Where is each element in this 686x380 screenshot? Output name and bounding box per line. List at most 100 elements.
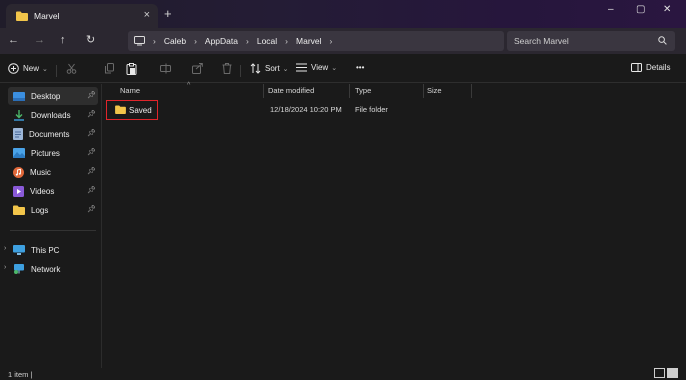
column-header-name[interactable]: Name (120, 86, 140, 95)
sort-label: Sort (265, 64, 280, 73)
breadcrumb-separator[interactable]: › (194, 36, 197, 46)
sort-icon (250, 63, 261, 74)
tab-close-button[interactable]: × (144, 9, 150, 21)
close-window-button[interactable]: ✕ (663, 4, 671, 15)
tiles-view-icon[interactable] (667, 368, 678, 378)
chevron-right-icon[interactable]: › (4, 264, 6, 271)
chevron-down-icon: ⌄ (42, 65, 48, 73)
status-bar: 1 item | (0, 368, 686, 380)
sidebar-item-documents[interactable]: Documents 📌︎ (8, 125, 98, 143)
chevron-down-icon: ⌄ (331, 64, 338, 72)
breadcrumb-caleb[interactable]: Caleb (164, 36, 186, 46)
sidebar-item-downloads[interactable]: Downloads 📌︎ (8, 106, 98, 124)
minimize-button[interactable]: – (608, 4, 614, 15)
details-view-icon[interactable] (654, 368, 665, 378)
sidebar-divider (10, 230, 96, 231)
details-pane-icon (631, 63, 642, 72)
up-button[interactable]: ↑ (60, 34, 66, 46)
refresh-button[interactable]: ↻ (86, 34, 95, 46)
forward-button[interactable]: → (34, 34, 45, 46)
details-button[interactable]: Details (631, 63, 670, 72)
plus-circle-icon (8, 63, 19, 74)
sort-button[interactable]: Sort ⌄ (250, 63, 289, 74)
pin-icon: 📌︎ (87, 206, 96, 213)
column-header-date-modified[interactable]: Date modified (268, 86, 314, 95)
file-list: ^ Name Date modified Type Size Saved 12/… (103, 82, 686, 368)
search-input[interactable] (514, 36, 644, 46)
breadcrumb-local[interactable]: Local (257, 36, 277, 46)
new-tab-button[interactable]: + (164, 6, 172, 21)
sidebar-item-label: Music (30, 167, 51, 177)
breadcrumb-separator: › (153, 36, 156, 46)
folder-icon (16, 11, 28, 21)
sort-ascending-icon: ^ (187, 82, 191, 89)
column-divider[interactable] (423, 84, 424, 98)
tab-marvel[interactable]: Marvel × (6, 4, 158, 28)
share-icon[interactable] (192, 63, 203, 74)
pin-icon: 📌︎ (87, 111, 96, 118)
sidebar-item-label: Pictures (31, 148, 60, 158)
monitor-icon (134, 36, 145, 46)
column-divider[interactable] (263, 84, 264, 98)
pin-icon: 📌︎ (87, 168, 96, 175)
pin-icon: 📌︎ (87, 149, 96, 156)
new-button[interactable]: New ⌄ (8, 63, 48, 74)
sidebar-item-desktop[interactable]: Desktop 📌︎ (8, 87, 98, 105)
maximize-button[interactable]: ▢ (636, 4, 645, 15)
folder-icon (115, 105, 126, 114)
sidebar-item-label: Logs (31, 205, 49, 215)
sidebar-item-network[interactable]: › Network (4, 260, 98, 278)
view-button[interactable]: View ⌄ (296, 63, 337, 72)
sidebar-item-this-pc[interactable]: › This PC (4, 241, 98, 259)
music-icon (13, 166, 24, 178)
paste-icon[interactable] (126, 63, 137, 75)
command-bar: New ⌄ Sort ⌄ View ⌄ ••• Details (0, 57, 686, 83)
breadcrumb-marvel[interactable]: Marvel (296, 36, 322, 46)
rename-icon[interactable] (160, 63, 171, 74)
folder-icon (13, 205, 25, 215)
column-divider[interactable] (471, 84, 472, 98)
cut-icon[interactable] (66, 63, 77, 74)
file-date-modified: 12/18/2024 10:20 PM (270, 105, 342, 114)
sidebar-item-music[interactable]: Music 📌︎ (8, 163, 98, 181)
documents-icon (13, 128, 23, 140)
address-bar[interactable]: › Caleb › AppData › Local › Marvel › (128, 31, 504, 51)
view-label: View (311, 63, 329, 72)
breadcrumb: › Caleb › AppData › Local › Marvel › (134, 36, 340, 46)
title-bar: Marvel × + – ▢ ✕ (0, 0, 686, 28)
download-icon (13, 109, 25, 121)
new-label: New (23, 64, 40, 73)
breadcrumb-separator[interactable]: › (246, 36, 249, 46)
sidebar-item-logs[interactable]: Logs 📌︎ (8, 201, 98, 219)
navigation-pane: Desktop 📌︎ Downloads 📌︎ Documents 📌︎ Pic… (0, 84, 102, 368)
column-divider[interactable] (349, 84, 350, 98)
column-header-type[interactable]: Type (355, 86, 371, 95)
search-icon[interactable] (658, 36, 667, 45)
sidebar-item-label: Downloads (31, 110, 71, 120)
sidebar-item-label: Videos (30, 186, 55, 196)
breadcrumb-separator[interactable]: › (330, 36, 333, 46)
view-toggle (654, 368, 678, 378)
file-type: File folder (355, 105, 388, 114)
view-lines-icon (296, 63, 307, 72)
sidebar-item-pictures[interactable]: Pictures 📌︎ (8, 144, 98, 162)
chevron-right-icon[interactable]: › (4, 245, 6, 252)
back-button[interactable]: ← (8, 34, 19, 46)
divider (240, 65, 241, 77)
sidebar-item-videos[interactable]: Videos 📌︎ (8, 182, 98, 200)
chevron-down-icon: ⌄ (282, 65, 289, 73)
pin-icon: 📌︎ (87, 130, 96, 137)
search-box[interactable] (507, 31, 675, 51)
file-name: Saved (129, 106, 152, 115)
breadcrumb-separator[interactable]: › (285, 36, 288, 46)
sidebar-item-label: Network (31, 264, 61, 274)
delete-icon[interactable] (222, 63, 232, 74)
more-options-button[interactable]: ••• (356, 63, 364, 72)
column-header-size[interactable]: Size (427, 86, 442, 95)
table-row[interactable]: Saved (106, 100, 158, 120)
navigation-bar: ← → ↑ ↻ › Caleb › AppData › Local › Marv… (0, 28, 686, 54)
copy-icon[interactable] (104, 63, 115, 74)
network-icon (13, 264, 25, 274)
breadcrumb-appdata[interactable]: AppData (205, 36, 238, 46)
pin-icon: 📌︎ (87, 92, 96, 99)
